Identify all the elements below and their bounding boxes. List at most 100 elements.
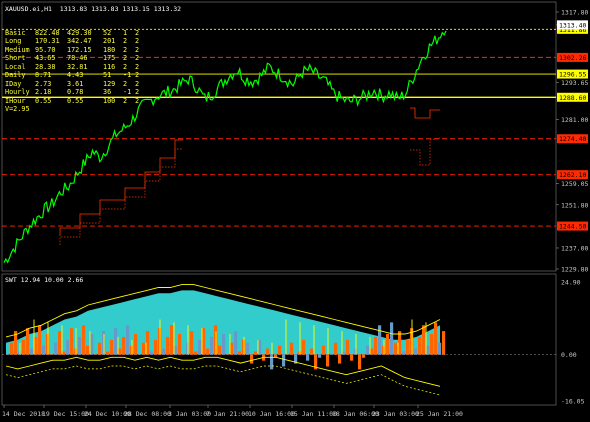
indicator-histogram-bar: [234, 331, 238, 355]
indicator-histogram-bar: [166, 336, 170, 355]
indicator-histogram-bar: [206, 348, 210, 355]
y-tick-label: 1237.00: [561, 244, 588, 252]
x-tick-label: 3 Jan 03:00: [168, 410, 211, 418]
main-chart-title: XAUUSD.ei,H1 1313.83 1313.83 1313.15 131…: [5, 5, 182, 13]
indicator-histogram-bar: [178, 334, 182, 355]
indicator-histogram-bar: [346, 339, 350, 355]
x-tick-label: 28 Dec 08:00: [124, 410, 171, 418]
stats-cell: 129: [103, 79, 116, 88]
indicator-histogram-bar: [358, 354, 362, 370]
stats-row: Long 170.31 342.47 201 2 2: [5, 37, 145, 45]
indicator-histogram-bar: [202, 328, 206, 355]
indicator-histogram-bar: [322, 345, 326, 355]
indicator-histogram-bar: [246, 342, 250, 355]
stats-cell: 100: [103, 96, 116, 105]
indicator-histogram-bar: [270, 354, 274, 370]
indicator-y-tick-label: 24.90: [561, 279, 581, 287]
stats-cell: 2: [123, 37, 128, 46]
y-tick-label: 1259.05: [561, 180, 588, 188]
level-label: 1274.40: [559, 135, 586, 143]
indicator-histogram-bar: [218, 345, 222, 355]
indicator-histogram-bar: [318, 354, 322, 358]
indicator-histogram-bar: [282, 354, 286, 367]
stats-cell: 342.47: [67, 37, 92, 46]
indicator-histogram-bar: [266, 348, 270, 355]
stats-cell: 2: [123, 54, 128, 63]
indicator-histogram-bar: [442, 331, 446, 355]
indicator-histogram-bar: [390, 322, 394, 355]
indicator-histogram-bar: [290, 342, 294, 355]
stats-cell: 2.18: [35, 88, 52, 97]
stats-cell: 8.71: [35, 71, 52, 80]
stats-cell: Daily: [5, 71, 26, 80]
stats-cell: 2: [123, 45, 128, 54]
x-tick-label: 10 Jan 16:00: [248, 410, 295, 418]
stats-cell: 201: [103, 37, 116, 46]
stats-cell: 2: [123, 62, 128, 71]
level-label: 1288.60: [559, 94, 586, 102]
resistance-stair-dotted: [410, 137, 441, 166]
stats-row: Local 28.38 32.81 116 2 2: [5, 63, 145, 71]
stats-cell: 429.30: [67, 29, 92, 37]
stats-cell: 170.31: [35, 37, 60, 46]
stats-row: Daily 8.71 4.43 51 -1 2: [5, 71, 145, 79]
indicator-histogram-bar: [430, 334, 434, 355]
stats-cell: Long: [5, 37, 22, 46]
stats-cell: 2: [135, 29, 140, 37]
stats-row: IDay 2.73 3.61 129 2 2: [5, 80, 145, 88]
stats-cell: 4.43: [67, 71, 84, 80]
indicator-histogram-bar: [426, 345, 430, 355]
indicator-histogram-bar: [434, 322, 438, 355]
indicator-histogram-bar: [374, 336, 378, 355]
x-tick-label: 25 Jan 21:00: [416, 410, 463, 418]
indicator-histogram-bar: [34, 336, 38, 355]
stats-cell: 78.46: [67, 54, 88, 63]
indicator-histogram-bar: [310, 348, 314, 355]
indicator-histogram-bar: [278, 345, 282, 355]
indicator-histogram-bar: [134, 334, 138, 355]
indicator-histogram-bar: [114, 328, 118, 355]
stats-cell: -1: [123, 71, 132, 80]
x-tick-label: 14 Dec 2018: [2, 410, 45, 418]
indicator-histogram-bar: [306, 354, 310, 361]
indicator-histogram-bar: [66, 339, 70, 355]
stats-footer: V=2.95: [5, 105, 30, 114]
indicator-histogram-bar: [118, 348, 122, 355]
level-label: 1262.10: [559, 171, 586, 179]
x-tick-label: 15 Jan 11:00: [290, 410, 337, 418]
x-tick-label: 19 Dec 15:00: [42, 410, 89, 418]
indicator-histogram-bar: [162, 348, 166, 355]
indicator-histogram-bar: [10, 342, 14, 355]
stats-cell: 32.81: [67, 62, 88, 71]
indicator-histogram-bar: [362, 354, 366, 358]
indicator-histogram-bar: [58, 331, 62, 355]
stats-cell: 3.61: [67, 79, 84, 88]
stats-cell: 2: [135, 96, 140, 105]
stats-cell: 2.73: [35, 79, 52, 88]
indicator-histogram-bar: [366, 345, 370, 355]
stats-table: Basic 822.48 429.30 52 1 2 Long 170.31 342.47 201…: [5, 29, 145, 114]
indicator-histogram-bar: [22, 339, 26, 355]
indicator-histogram-bar: [70, 328, 74, 355]
y-tick-label: 1317.80: [561, 9, 588, 17]
stats-cell: 2: [123, 79, 128, 88]
indicator-histogram-bar: [30, 348, 34, 355]
indicator-histogram-bar: [394, 342, 398, 355]
indicator-histogram-bar: [154, 339, 158, 355]
stats-cell: 2: [135, 62, 140, 71]
resistance-stair-line: [410, 107, 440, 119]
x-tick-label: 23 Jan 03:00: [372, 410, 419, 418]
stats-cell: 0.55: [35, 96, 52, 105]
indicator-histogram-bar: [210, 336, 214, 355]
indicator-histogram-bar: [250, 354, 254, 364]
stats-cell: Medium: [5, 45, 30, 54]
stats-cell: 2: [135, 54, 140, 63]
stats-row: IHour 0.55 0.55 100 2 2: [5, 97, 145, 105]
indicator-histogram-bar: [54, 342, 58, 355]
indicator-histogram-bar: [98, 342, 102, 355]
stats-cell: 172.15: [67, 45, 92, 54]
indicator-y-tick-label: -16.05: [561, 398, 585, 406]
indicator-histogram-bar: [370, 348, 374, 355]
indicator-histogram-bar: [398, 331, 402, 355]
stats-cell: 0.78: [67, 88, 84, 97]
